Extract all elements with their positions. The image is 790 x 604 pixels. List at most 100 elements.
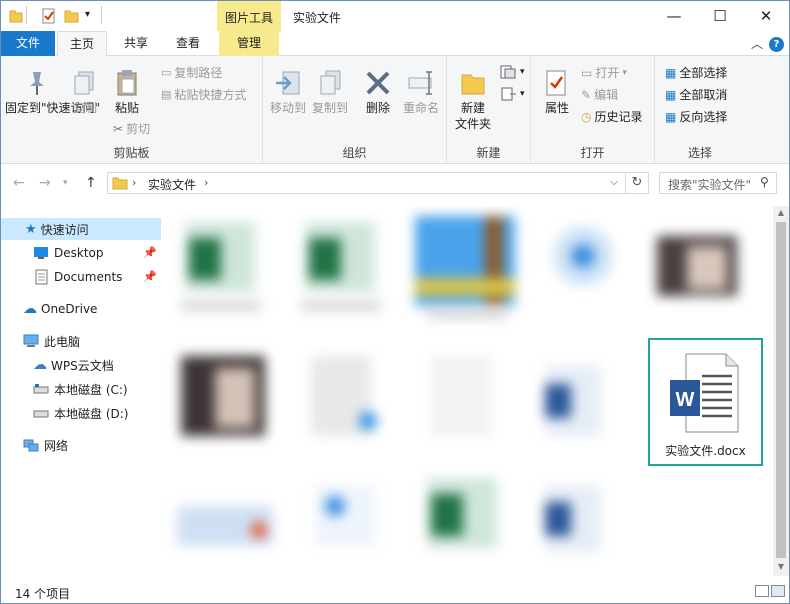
delete-button[interactable]: 删除 [361, 68, 395, 116]
context-group-label: 图片工具 [225, 11, 274, 25]
tab-file[interactable]: 文件 [1, 31, 55, 56]
paste-label: 粘贴 [114, 101, 139, 115]
nav-quick-access[interactable]: ★ 快速访问 [1, 218, 161, 240]
nav-disk-c[interactable]: 本地磁盘 (C:) [1, 378, 161, 400]
blurred-file-thumbnail[interactable] [305, 222, 375, 292]
copy-button[interactable]: 复制 [69, 68, 101, 116]
open-button[interactable]: ▭ 打开 ▾ [581, 64, 627, 81]
title-bar: ▾ 图片工具 实验文件 — ☐ ✕ [1, 1, 789, 31]
tab-view[interactable]: 查看 [165, 31, 211, 56]
new-folder-icon[interactable] [64, 8, 80, 24]
refresh-icon: ↻ [631, 175, 643, 190]
nav-wps-label: WPS云文档 [51, 358, 114, 373]
tab-home[interactable]: 主页 [57, 31, 107, 57]
tab-share[interactable]: 共享 [113, 31, 159, 56]
edit-button[interactable]: ✎ 编辑 [581, 86, 618, 103]
blurred-file-thumbnail[interactable] [181, 356, 265, 436]
refresh-button[interactable]: ↻ [625, 172, 649, 194]
word-document-icon: W [670, 353, 739, 433]
nav-wps-cloud[interactable]: ☁ WPS云文档 [1, 354, 161, 376]
nav-network[interactable]: 网络 [1, 434, 161, 456]
blurred-file-thumbnail[interactable] [545, 486, 601, 552]
blurred-file-thumbnail[interactable] [315, 486, 375, 546]
folder-icon[interactable] [9, 8, 23, 24]
invert-selection-icon: ▦ [665, 109, 677, 124]
clipboard-group: 固定到"快速访问" 复制 粘贴 ▭ 复制路径 ▤ 粘贴快捷方式 ✂ 剪切 剪贴板 [1, 56, 263, 164]
nav-this-pc[interactable]: 此电脑 [1, 330, 161, 352]
maximize-button[interactable]: ☐ [697, 1, 743, 31]
scroll-thumb[interactable] [776, 222, 786, 558]
address-bar[interactable]: › 实验文件 › ⌵ [107, 172, 649, 194]
blurred-file-thumbnail[interactable] [427, 478, 497, 548]
cut-button[interactable]: ✂ 剪切 [113, 120, 150, 137]
copy-to-button[interactable]: 复制到 [309, 68, 351, 116]
history-button[interactable]: ◷ 历史记录 [581, 108, 643, 125]
item-count: 14 个项目 [15, 587, 71, 601]
back-arrow-icon[interactable]: ← [13, 175, 25, 191]
help-icon[interactable]: ? [769, 37, 784, 52]
highlighted-file-item[interactable]: W 实验文件.docx [648, 338, 763, 466]
blurred-file-thumbnail[interactable] [311, 356, 377, 436]
easy-access-button[interactable]: ▾ [499, 86, 525, 102]
history-label: 历史记录 [594, 110, 643, 124]
select-all-button[interactable]: ▦ 全部选择 [665, 64, 727, 81]
properties-icon [546, 70, 566, 96]
new-folder-button[interactable]: 新建 文件夹 [451, 68, 495, 132]
forward-arrow-icon[interactable]: → [39, 175, 51, 191]
select-group-label: 选择 [687, 146, 712, 160]
copy-path-button[interactable]: ▭ 复制路径 [161, 64, 222, 81]
nav-disk-d[interactable]: 本地磁盘 (D:) [1, 402, 161, 424]
close-button[interactable]: ✕ [743, 1, 789, 31]
breadcrumb-separator: › [132, 176, 137, 189]
properties-button[interactable]: 属性 [537, 68, 577, 116]
vertical-scrollbar[interactable]: ▲ ▼ [773, 206, 789, 576]
search-input[interactable]: 搜索"实验文件" ⚲ [659, 172, 777, 194]
scroll-up-icon[interactable]: ▲ [773, 208, 789, 217]
minimize-button[interactable]: — [651, 1, 697, 31]
blurred-file-thumbnail[interactable] [185, 222, 255, 292]
details-view-icon[interactable] [755, 585, 769, 597]
invert-selection-button[interactable]: ▦ 反向选择 [665, 108, 727, 125]
collapse-ribbon-icon[interactable]: ︿ [751, 35, 763, 52]
open-icon: ▭ [581, 65, 593, 80]
window-title: 实验文件 [293, 11, 342, 25]
cut-label: 剪切 [126, 122, 151, 136]
minimize-icon: — [666, 7, 682, 25]
delete-x-icon [366, 71, 390, 95]
select-all-label: 全部选择 [679, 66, 728, 80]
dropdown-arrow-icon: ▾ [520, 67, 525, 77]
move-to-label: 移动到 [269, 101, 306, 115]
blurred-file-thumbnail[interactable] [545, 366, 601, 436]
dropdown-arrow-icon: ▾ [622, 67, 627, 78]
scroll-down-icon[interactable]: ▼ [773, 562, 789, 571]
breadcrumb-chevron-icon[interactable]: › [204, 176, 208, 189]
pin-quick-access-button[interactable]: 固定到"快速访问" [5, 68, 100, 116]
wps-cloud-icon: ☁ [33, 357, 47, 373]
large-icons-view-icon[interactable] [771, 585, 785, 597]
tab-manage[interactable]: 管理 [219, 31, 279, 56]
select-group: ▦ 全部选择 ▦ 全部取消 ▦ 反向选择 选择 [655, 56, 745, 164]
divider [26, 6, 27, 24]
nav-onedrive[interactable]: ☁ OneDrive [1, 298, 161, 320]
blurred-file-thumbnail[interactable] [431, 356, 491, 436]
paste-shortcut-button[interactable]: ▤ 粘贴快捷方式 [161, 86, 246, 103]
breadcrumb-current[interactable]: 实验文件 [148, 176, 196, 193]
blurred-file-thumbnail[interactable] [657, 236, 737, 296]
blurred-file-thumbnail[interactable] [177, 506, 273, 546]
new-item-button[interactable]: ▾ [499, 64, 525, 80]
nav-documents[interactable]: Documents 📌 [1, 266, 161, 288]
recent-locations-icon[interactable]: ▾ [63, 178, 68, 188]
properties-check-icon[interactable] [41, 8, 57, 24]
up-arrow-icon[interactable]: ↑ [85, 175, 97, 191]
address-dropdown-icon[interactable]: ⌵ [610, 175, 618, 189]
rename-button[interactable]: 重命名 [399, 68, 443, 116]
nav-desktop[interactable]: Desktop 📌 [1, 242, 161, 264]
blurred-file-thumbnail[interactable] [415, 216, 515, 306]
customize-toolbar-icon[interactable]: ▾ [85, 9, 90, 20]
blurred-file-thumbnail[interactable] [553, 226, 613, 286]
drive-icon [33, 410, 49, 418]
select-none-button[interactable]: ▦ 全部取消 [665, 86, 727, 103]
move-to-button[interactable]: 移动到 [267, 68, 309, 116]
paste-button[interactable]: 粘贴 [109, 68, 145, 116]
copy-label: 复制 [72, 101, 97, 115]
